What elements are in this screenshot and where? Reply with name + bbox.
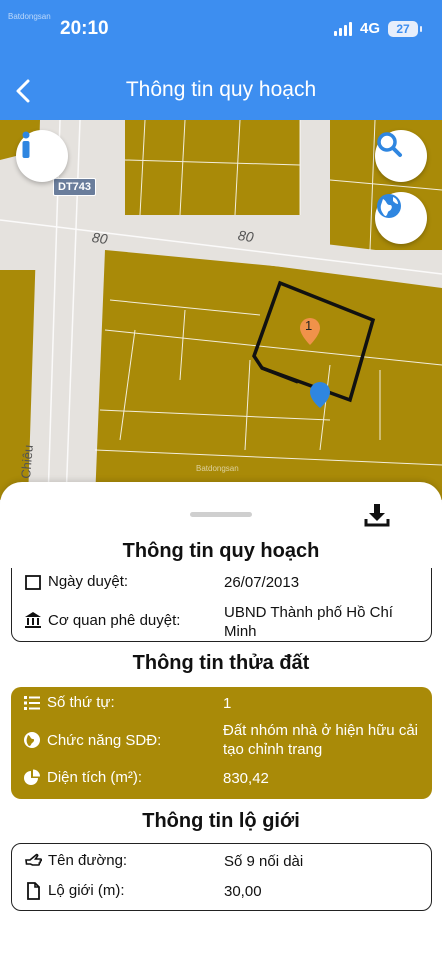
approval-agency-value: UBND Thành phố Hồ Chí Minh xyxy=(224,604,393,640)
network-type: 4G xyxy=(359,20,380,37)
info-button[interactable] xyxy=(16,130,68,182)
boundary-width-value: 30,00 xyxy=(224,883,262,900)
parcel-order-label: Số thứ tự: xyxy=(47,694,115,711)
parcel-area-value: 830,42 xyxy=(223,770,269,787)
status-watermark: Batdongsan xyxy=(8,12,51,21)
parcel-function-label: Chức năng SDĐ: xyxy=(47,732,162,749)
parcel-section-title: Thông tin thửa đất xyxy=(132,652,310,674)
road-label: 80 xyxy=(90,228,109,248)
hand-pointing-icon xyxy=(25,853,42,866)
calendar-icon xyxy=(25,575,41,590)
page-title: Thông tin quy hoạch xyxy=(125,78,317,101)
road-badge: DT743 xyxy=(53,178,97,196)
file-icon xyxy=(27,882,40,900)
road-label: 80 xyxy=(236,226,255,246)
map-layer-button[interactable] xyxy=(375,192,427,244)
boundary-street-value: Số 9 nối dài xyxy=(224,853,304,870)
approval-card: Ngày duyệt: 26/07/2013 Cơ quan phê duyệt… xyxy=(11,568,432,642)
parcel-area-label: Diện tích (m²): xyxy=(47,769,143,786)
signal-icon xyxy=(333,21,352,36)
pie-chart-icon xyxy=(24,769,40,785)
approval-card-clip: Ngày duyệt: 26/07/2013 Cơ quan phê duyệt… xyxy=(0,568,442,644)
globe-icon xyxy=(377,194,401,218)
download-button[interactable] xyxy=(364,502,390,528)
parcel-function-value: Đất nhóm nhà ở hiện hữu cải tạo chỉnh tr… xyxy=(223,722,418,758)
bank-icon xyxy=(25,612,41,628)
download-icon xyxy=(364,504,390,527)
planning-section-title: Thông tin quy hoạch xyxy=(122,540,320,562)
approval-date-label: Ngày duyệt: xyxy=(48,573,129,590)
parcel-card: Số thứ tự: 1 Chức năng SDĐ: Đất nhóm nhà… xyxy=(11,687,432,799)
globe-small-icon xyxy=(24,732,40,748)
status-bar: Batdongsan 20:10 4G 27 xyxy=(0,0,442,60)
boundary-street-label: Tên đường: xyxy=(48,852,128,869)
land-block xyxy=(125,120,300,215)
parcel-marker-label: 1 xyxy=(305,318,313,333)
status-indicators: 4G 27 xyxy=(333,20,422,37)
info-icon xyxy=(22,131,30,158)
boundary-width-label: Lộ giới (m): xyxy=(48,882,125,899)
status-time: 20:10 xyxy=(60,18,109,39)
list-icon xyxy=(24,696,40,710)
map-watermark: Batdongsan xyxy=(196,464,239,473)
boundary-card: Tên đường: Số 9 nối dài Lộ giới (m): 30,… xyxy=(11,843,432,911)
road-name: Chiêu xyxy=(18,444,36,480)
approval-agency-label: Cơ quan phê duyệt: xyxy=(48,612,181,629)
search-button[interactable] xyxy=(375,130,427,182)
approval-date-value: 26/07/2013 xyxy=(224,574,300,591)
search-icon xyxy=(377,132,402,157)
planning-map[interactable]: 1 DT743 80 80 Chiêu Batdongsan xyxy=(0,120,442,500)
sheet-drag-handle[interactable] xyxy=(190,512,252,517)
map-canvas xyxy=(0,120,442,500)
battery-icon: 27 xyxy=(388,20,422,37)
app-header: Batdongsan 20:10 4G 27 Thông tin quy hoạ… xyxy=(0,0,442,120)
boundary-section-title: Thông tin lộ giới xyxy=(142,810,300,832)
info-bottom-sheet: Thông tin quy hoạch Ngày duyệt: 26/07/20… xyxy=(0,482,442,960)
parcel-order-value: 1 xyxy=(223,695,232,712)
